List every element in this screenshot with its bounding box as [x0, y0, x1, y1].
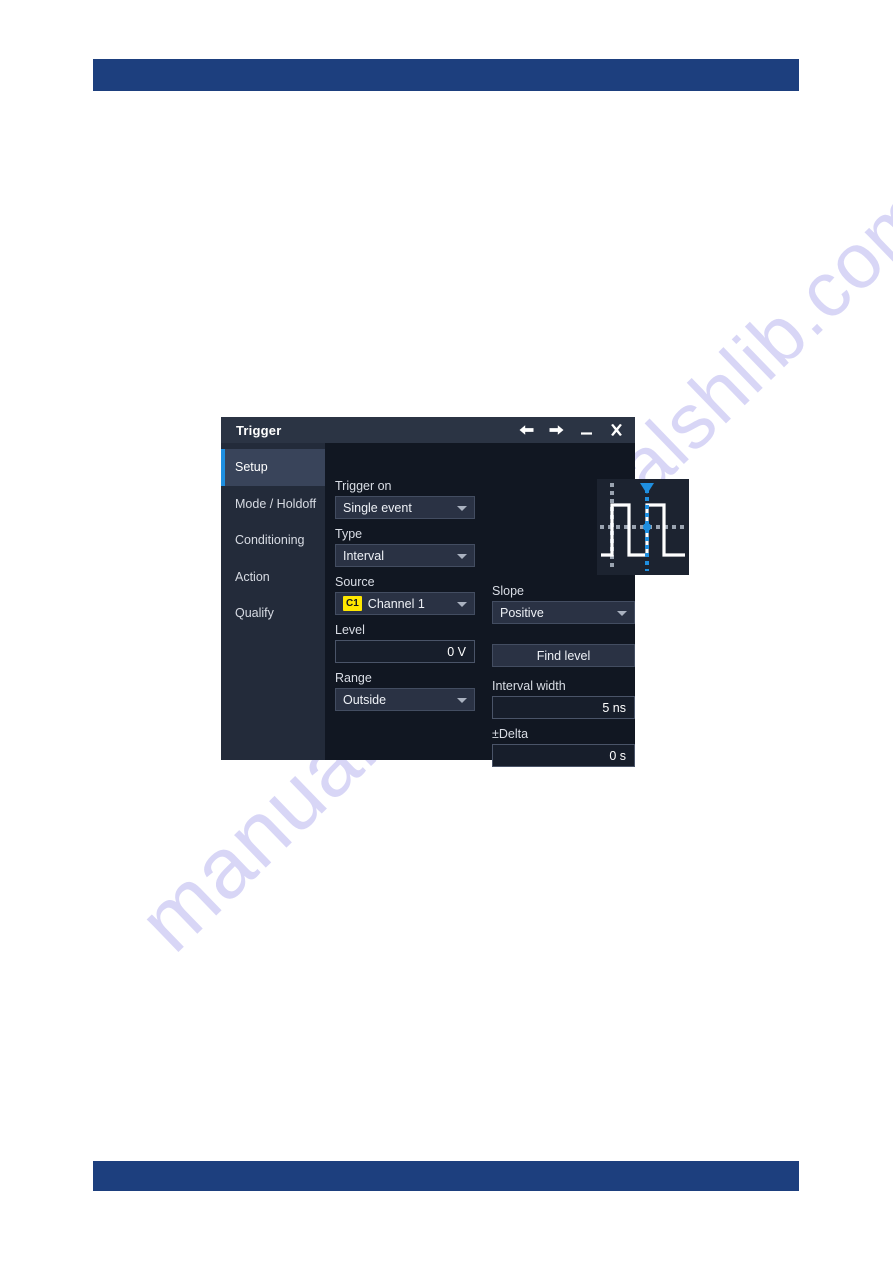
- sidebar-item-qualify[interactable]: Qualify: [221, 595, 325, 632]
- dialog-titlebar: Trigger: [221, 417, 635, 443]
- slope-dropdown[interactable]: Positive: [492, 601, 635, 624]
- type-dropdown[interactable]: Interval: [335, 544, 475, 567]
- sidebar-item-conditioning[interactable]: Conditioning: [221, 522, 325, 559]
- titlebar-controls: [518, 422, 625, 439]
- source-value: Channel 1: [367, 596, 425, 611]
- trigger-point-dot: [643, 523, 651, 531]
- sidebar-item-action[interactable]: Action: [221, 559, 325, 596]
- square-waveform: [601, 503, 685, 557]
- page-header-rule: [93, 59, 799, 91]
- level-label: Level: [335, 623, 365, 637]
- chevron-down-icon: [457, 553, 467, 559]
- close-icon[interactable]: [608, 422, 625, 439]
- slope-value: Positive: [500, 605, 544, 620]
- sidebar-item-setup[interactable]: Setup: [221, 449, 325, 486]
- settings-column-left: Trigger on Single event Type Interval So…: [335, 479, 475, 719]
- level-input[interactable]: 0 V: [335, 640, 475, 663]
- trigger-dialog: Trigger Setup Mode / Holdoff Conditionin…: [221, 417, 689, 767]
- channel-badge: C1: [343, 596, 362, 611]
- find-level-button[interactable]: Find level: [492, 644, 635, 667]
- back-arrow-icon[interactable]: [518, 422, 535, 439]
- field-find-level: Find level: [492, 644, 635, 667]
- range-dropdown[interactable]: Outside: [335, 688, 475, 711]
- page-footer-rule: [93, 1161, 799, 1191]
- interval-width-label: Interval width: [492, 679, 566, 693]
- delta-label: ±Delta: [492, 727, 529, 741]
- interval-width-value: 5 ns: [602, 700, 626, 715]
- type-label: Type: [335, 527, 363, 541]
- trigger-on-value: Single event: [343, 500, 412, 515]
- forward-arrow-icon[interactable]: [548, 422, 565, 439]
- type-value: Interval: [343, 548, 384, 563]
- chevron-down-icon: [457, 505, 467, 511]
- source-label: Source: [335, 575, 375, 589]
- chevron-down-icon: [457, 697, 467, 703]
- trigger-marker-arrow: [640, 483, 654, 494]
- dialog-sidebar: Setup Mode / Holdoff Conditioning Action…: [221, 443, 325, 760]
- settings-column-right: Slope Positive Find level Interval width…: [492, 584, 635, 775]
- field-level: Level 0 V: [335, 623, 475, 663]
- trigger-on-dropdown[interactable]: Single event: [335, 496, 475, 519]
- field-type: Type Interval: [335, 527, 475, 567]
- minimize-icon[interactable]: [578, 422, 595, 439]
- sidebar-item-label: Setup: [235, 460, 268, 475]
- source-dropdown[interactable]: C1 Channel 1: [335, 592, 475, 615]
- delta-value: 0 s: [609, 748, 626, 763]
- sidebar-item-label: Action: [235, 569, 270, 584]
- field-range: Range Outside: [335, 671, 475, 711]
- sidebar-item-mode-holdoff[interactable]: Mode / Holdoff: [221, 486, 325, 523]
- dialog-body: Setup Mode / Holdoff Conditioning Action…: [221, 443, 689, 767]
- field-source: Source C1 Channel 1: [335, 575, 475, 615]
- interval-width-input[interactable]: 5 ns: [492, 696, 635, 719]
- field-trigger-on: Trigger on Single event: [335, 479, 475, 519]
- field-slope: Slope Positive: [492, 584, 635, 624]
- slope-label: Slope: [492, 584, 524, 598]
- chevron-down-icon: [617, 610, 627, 616]
- sidebar-item-label: Mode / Holdoff: [235, 496, 317, 511]
- interval-trigger-waveform-preview: [597, 479, 689, 575]
- chevron-down-icon: [457, 601, 467, 607]
- sidebar-item-label: Qualify: [235, 606, 274, 621]
- dialog-title: Trigger: [236, 422, 282, 438]
- delta-input[interactable]: 0 s: [492, 744, 635, 767]
- field-delta: ±Delta 0 s: [492, 727, 635, 767]
- level-value: 0 V: [447, 644, 466, 659]
- sidebar-item-label: Conditioning: [235, 533, 305, 548]
- range-value: Outside: [343, 692, 387, 707]
- find-level-label: Find level: [536, 648, 591, 663]
- field-interval-width: Interval width 5 ns: [492, 679, 635, 719]
- trigger-on-label: Trigger on: [335, 479, 392, 493]
- dialog-content: Trigger on Single event Type Interval So…: [325, 443, 689, 767]
- range-label: Range: [335, 671, 372, 685]
